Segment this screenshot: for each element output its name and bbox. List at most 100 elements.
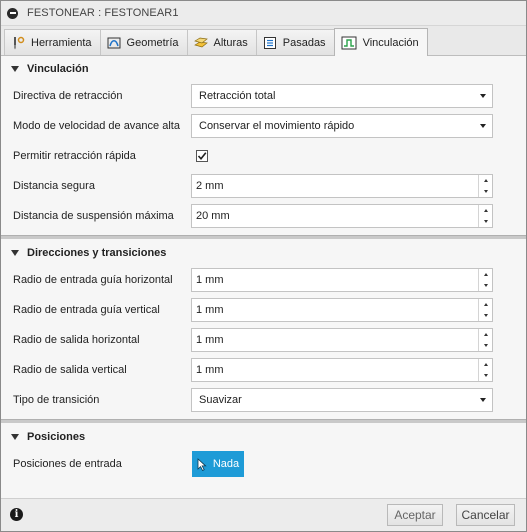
tab-geometria[interactable]: Geometría xyxy=(99,29,188,55)
field-label: Modo de velocidad de avance alta xyxy=(13,120,180,132)
select-value: Conservar el movimiento rápido xyxy=(199,120,355,132)
input-value: 1 mm xyxy=(196,334,224,346)
number-stepper[interactable] xyxy=(478,205,492,227)
number-stepper[interactable] xyxy=(478,299,492,321)
row-max-stay-down: Distancia de suspensión máxima 20 mm xyxy=(1,201,526,231)
number-stepper[interactable] xyxy=(478,329,492,351)
section-header-vinculacion[interactable]: Vinculación xyxy=(1,57,526,81)
input-value: 1 mm xyxy=(196,304,224,316)
tab-content: Vinculación Directiva de retracción Retr… xyxy=(1,57,526,498)
step-up-icon[interactable] xyxy=(479,205,492,216)
dialog-title: FESTONEAR : FESTONEAR1 xyxy=(27,7,179,19)
section-title: Direcciones y transiciones xyxy=(27,247,167,259)
lead-out-horizontal-input[interactable]: 1 mm xyxy=(191,328,493,352)
allow-rapid-checkbox[interactable] xyxy=(196,150,208,162)
field-label: Permitir retracción rápida xyxy=(13,150,136,162)
row-lead-in-horizontal: Radio de entrada guía horizontal 1 mm xyxy=(1,265,526,295)
transition-type-select[interactable]: Suavizar xyxy=(191,388,493,412)
row-lead-out-horizontal: Radio de salida horizontal 1 mm xyxy=(1,325,526,355)
tab-label: Pasadas xyxy=(282,36,326,49)
field-label: Posiciones de entrada xyxy=(13,458,122,470)
tab-label: Geometría xyxy=(126,36,179,49)
cursor-arrow-icon xyxy=(197,457,207,471)
input-value: 20 mm xyxy=(196,210,230,222)
row-allow-rapid: Permitir retracción rápida xyxy=(1,141,526,171)
section-divider xyxy=(1,419,526,423)
lead-in-horizontal-input[interactable]: 1 mm xyxy=(191,268,493,292)
step-down-icon[interactable] xyxy=(479,310,492,321)
row-retract-policy: Directiva de retracción Retracción total xyxy=(1,81,526,111)
row-lead-in-vertical: Radio de entrada guía vertical 1 mm xyxy=(1,295,526,325)
dropdown-arrow-icon xyxy=(480,124,486,128)
number-stepper[interactable] xyxy=(478,269,492,291)
retract-policy-select[interactable]: Retracción total xyxy=(191,84,493,108)
entry-positions-select-button[interactable]: Nada xyxy=(192,451,244,477)
festonear-dialog: FESTONEAR : FESTONEAR1 Herramienta Geome… xyxy=(0,0,527,532)
title-bar: FESTONEAR : FESTONEAR1 xyxy=(1,1,526,26)
checkmark-icon xyxy=(197,152,207,161)
number-stepper[interactable] xyxy=(478,359,492,381)
section-title: Vinculación xyxy=(27,63,89,75)
field-label: Distancia segura xyxy=(13,180,95,192)
section-header-direcciones[interactable]: Direcciones y transiciones xyxy=(1,241,526,265)
field-label: Directiva de retracción xyxy=(13,90,123,102)
input-value: 2 mm xyxy=(196,180,224,192)
lead-in-vertical-input[interactable]: 1 mm xyxy=(191,298,493,322)
section-header-posiciones[interactable]: Posiciones xyxy=(1,425,526,449)
step-up-icon[interactable] xyxy=(479,329,492,340)
max-stay-down-input[interactable]: 20 mm xyxy=(191,204,493,228)
step-down-icon[interactable] xyxy=(479,340,492,351)
select-value: Retracción total xyxy=(199,90,276,102)
step-up-icon[interactable] xyxy=(479,299,492,310)
ok-button[interactable]: Aceptar xyxy=(387,504,443,526)
section-divider xyxy=(1,235,526,239)
expand-triangle-icon xyxy=(11,250,19,256)
step-up-icon[interactable] xyxy=(479,359,492,370)
cancel-button[interactable]: Cancelar xyxy=(456,504,515,526)
field-label: Distancia de suspensión máxima xyxy=(13,210,174,222)
tab-label: Vinculación xyxy=(362,36,419,49)
tab-label: Herramienta xyxy=(31,36,92,49)
expand-triangle-icon xyxy=(11,434,19,440)
feed-mode-select[interactable]: Conservar el movimiento rápido xyxy=(191,114,493,138)
field-label: Radio de entrada guía vertical xyxy=(13,304,160,316)
heights-icon xyxy=(193,37,208,47)
step-up-icon[interactable] xyxy=(479,175,492,186)
dropdown-arrow-icon xyxy=(480,94,486,98)
step-down-icon[interactable] xyxy=(479,186,492,197)
input-value: 1 mm xyxy=(196,274,224,286)
row-transition-type: Tipo de transición Suavizar xyxy=(1,385,526,415)
step-down-icon[interactable] xyxy=(479,280,492,291)
row-safe-distance: Distancia segura 2 mm xyxy=(1,171,526,201)
geometry-icon xyxy=(107,37,121,48)
tab-alturas[interactable]: Alturas xyxy=(186,29,257,55)
select-value: Suavizar xyxy=(199,394,242,406)
expand-triangle-icon xyxy=(11,66,19,72)
field-label: Tipo de transición xyxy=(13,394,100,406)
tab-herramienta[interactable]: Herramienta xyxy=(4,29,101,55)
tab-label: Alturas xyxy=(213,36,248,49)
field-label: Radio de salida horizontal xyxy=(13,334,140,346)
section-title: Posiciones xyxy=(27,431,86,443)
tab-bar: Herramienta Geometría Alturas Pasadas Vi… xyxy=(1,26,526,56)
collapse-dialog-icon[interactable] xyxy=(7,7,18,19)
dropdown-arrow-icon xyxy=(480,398,486,402)
row-feed-mode: Modo de velocidad de avance alta Conserv… xyxy=(1,111,526,141)
row-entry-positions: Posiciones de entrada Nada xyxy=(1,449,526,479)
linking-icon xyxy=(341,36,357,49)
info-icon[interactable]: i xyxy=(10,508,23,521)
row-lead-out-vertical: Radio de salida vertical 1 mm xyxy=(1,355,526,385)
dialog-footer: i Aceptar Cancelar xyxy=(1,498,526,531)
tab-pasadas[interactable]: Pasadas xyxy=(255,29,335,55)
select-button-label: Nada xyxy=(212,458,240,470)
tab-vinculacion[interactable]: Vinculación xyxy=(333,28,428,56)
field-label: Radio de salida vertical xyxy=(13,364,127,376)
step-down-icon[interactable] xyxy=(479,370,492,381)
field-label: Radio de entrada guía horizontal xyxy=(13,274,173,286)
step-down-icon[interactable] xyxy=(479,216,492,227)
lead-out-vertical-input[interactable]: 1 mm xyxy=(191,358,493,382)
step-up-icon[interactable] xyxy=(479,269,492,280)
tool-icon xyxy=(14,36,25,49)
number-stepper[interactable] xyxy=(478,175,492,197)
safe-distance-input[interactable]: 2 mm xyxy=(191,174,493,198)
